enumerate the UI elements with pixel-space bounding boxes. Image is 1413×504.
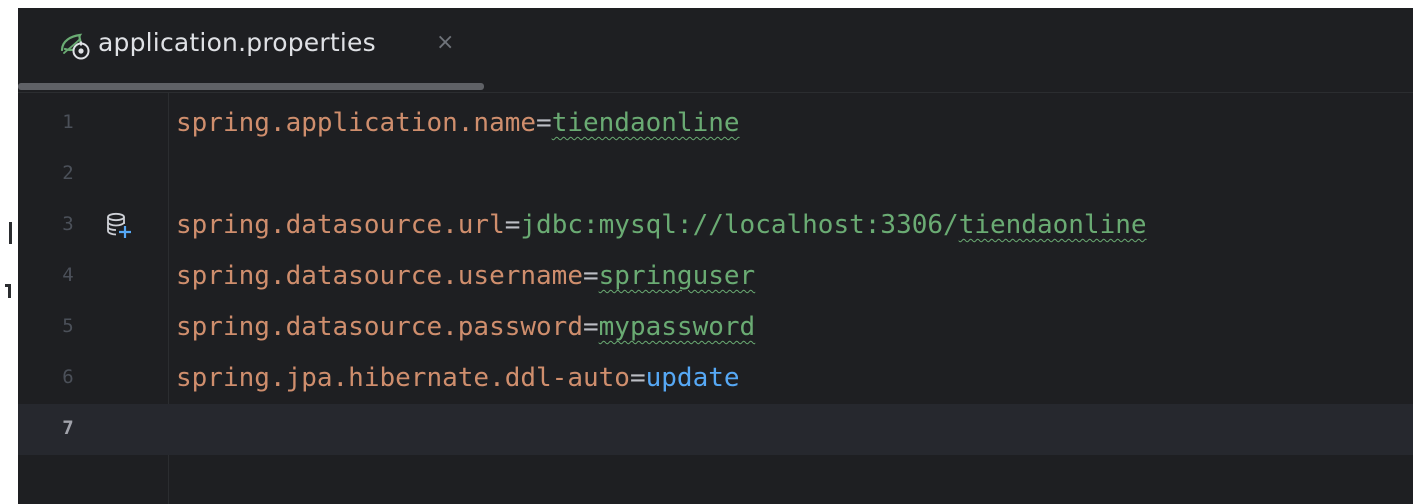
code-text[interactable]: spring.application.name=tiendaonline xyxy=(176,107,740,139)
property-key: spring.datasource.password xyxy=(176,312,583,342)
editor-window: application.properties × 1 spring.applic… xyxy=(18,8,1413,504)
close-icon[interactable]: × xyxy=(436,30,454,56)
code-text[interactable]: spring.jpa.hibernate.ddl-auto=update xyxy=(176,362,740,394)
editor-tab-bar: application.properties × xyxy=(18,8,1413,93)
code-line[interactable]: 3 spring.datasource.url=jdbc:mysql://loc… xyxy=(18,200,1413,251)
line-number: 3 xyxy=(62,213,74,235)
equals-sign: = xyxy=(629,363,646,393)
code-editor[interactable]: 1 spring.application.name=tiendaonline 2… xyxy=(18,93,1413,504)
property-value: springuser xyxy=(598,261,756,291)
code-text[interactable]: spring.datasource.password=mypassword xyxy=(176,311,755,343)
code-line[interactable]: 2 xyxy=(18,149,1413,200)
equals-sign: = xyxy=(583,261,599,291)
property-value: tiendaonline xyxy=(551,108,740,138)
edge-marker xyxy=(8,284,11,298)
line-number: 1 xyxy=(62,111,74,133)
edge-marker xyxy=(9,222,12,244)
line-number: 6 xyxy=(62,366,74,388)
code-line[interactable]: 4 spring.datasource.username=springuser xyxy=(18,251,1413,302)
property-key: spring.datasource.username xyxy=(176,261,583,291)
tab-application-properties[interactable]: application.properties × xyxy=(18,8,486,90)
active-tab-indicator xyxy=(18,83,484,90)
line-number: 4 xyxy=(62,264,74,286)
equals-sign: = xyxy=(504,210,521,240)
database-add-icon[interactable] xyxy=(106,212,132,240)
spring-properties-icon xyxy=(58,30,92,60)
code-line[interactable]: 6 spring.jpa.hibernate.ddl-auto=update xyxy=(18,353,1413,404)
property-value-keyword: update xyxy=(645,363,740,393)
property-key: spring.application.name xyxy=(176,108,537,138)
property-key: spring.datasource.url xyxy=(176,210,505,240)
left-window-edge xyxy=(0,0,18,504)
code-line-current[interactable]: 7 xyxy=(18,404,1413,455)
property-key: spring.jpa.hibernate.ddl-auto xyxy=(176,363,630,393)
line-number: 2 xyxy=(62,162,74,184)
equals-sign: = xyxy=(536,108,552,138)
line-number: 5 xyxy=(62,315,74,337)
tab-filename: application.properties xyxy=(98,28,376,57)
code-text[interactable]: spring.datasource.username=springuser xyxy=(176,260,755,292)
property-value: mypassword xyxy=(598,312,756,342)
code-line[interactable]: 5 spring.datasource.password=mypassword xyxy=(18,302,1413,353)
line-number: 7 xyxy=(62,417,74,439)
equals-sign: = xyxy=(583,312,599,342)
code-text[interactable]: spring.datasource.url=jdbc:mysql://local… xyxy=(176,209,1147,241)
property-value: tiendaonline xyxy=(958,210,1147,240)
property-value-prefix: jdbc:mysql://localhost:3306/ xyxy=(520,210,959,240)
code-line[interactable]: 1 spring.application.name=tiendaonline xyxy=(18,98,1413,149)
